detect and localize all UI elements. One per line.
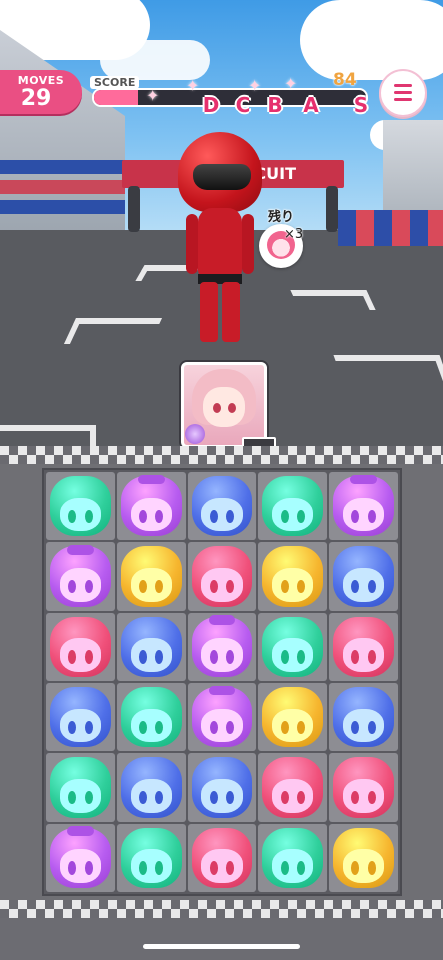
board-cell[interactable]	[329, 472, 398, 541]
yellow-character-piece[interactable]	[120, 546, 182, 607]
yellow-character-piece[interactable]	[262, 546, 324, 607]
board-cell[interactable]	[46, 753, 115, 822]
home-indicator[interactable]	[143, 944, 300, 949]
green-character-piece[interactable]	[120, 687, 182, 748]
blue-character-piece[interactable]	[333, 687, 394, 748]
purple-character-piece[interactable]	[50, 545, 111, 607]
rank-markers: D C B A S	[196, 93, 376, 119]
rank-b: B	[267, 93, 283, 117]
board-cell[interactable]	[258, 472, 328, 541]
score-value: 84	[333, 70, 357, 90]
purple-character-piece[interactable]	[120, 474, 182, 537]
green-character-piece[interactable]	[50, 476, 111, 537]
pink-character-piece[interactable]	[333, 757, 394, 818]
blue-character-piece[interactable]	[191, 757, 253, 818]
green-character-piece[interactable]	[50, 757, 111, 818]
blue-character-piece[interactable]	[191, 476, 253, 537]
board-cell[interactable]	[116, 823, 186, 892]
board-cell[interactable]	[187, 612, 257, 681]
board-cell[interactable]	[116, 612, 186, 681]
board-cell[interactable]	[258, 823, 328, 892]
score-gauge-fill	[94, 90, 138, 105]
blue-character-piece[interactable]	[50, 687, 111, 748]
rank-d: D	[202, 93, 220, 117]
hamburger-menu-icon	[394, 98, 412, 101]
remaining-count: ×3	[284, 227, 304, 242]
board-cell[interactable]	[258, 612, 328, 681]
board-cell[interactable]	[46, 542, 115, 611]
board-cell[interactable]	[116, 753, 186, 822]
yellow-character-piece[interactable]	[333, 827, 394, 888]
track-marking	[63, 318, 163, 344]
cloud	[100, 40, 210, 80]
hamburger-menu-icon	[394, 84, 412, 87]
track-barrier	[338, 210, 443, 246]
board-cell[interactable]	[187, 683, 257, 752]
player-portrait[interactable]	[181, 362, 276, 453]
remaining-label: 残り	[268, 210, 295, 225]
pink-character-piece[interactable]	[191, 827, 253, 888]
board-cell[interactable]	[46, 683, 115, 752]
sparkle-icon: ✦	[284, 74, 298, 93]
green-character-piece[interactable]	[120, 827, 182, 888]
purple-character-piece[interactable]	[50, 826, 111, 888]
rank-a: A	[303, 93, 319, 117]
board-cell[interactable]	[258, 753, 328, 822]
board-cell[interactable]	[258, 542, 328, 611]
board-cell[interactable]	[187, 472, 257, 541]
checkered-border-bottom	[0, 900, 443, 918]
purple-character-piece[interactable]	[191, 615, 253, 677]
board-cell[interactable]	[258, 683, 328, 752]
puzzle-board	[42, 468, 402, 896]
blue-character-piece[interactable]	[120, 616, 182, 677]
pink-character-piece[interactable]	[333, 616, 394, 677]
skill-gem-icon	[185, 424, 205, 444]
board-cell[interactable]	[46, 612, 115, 681]
pink-character-piece[interactable]	[262, 757, 324, 818]
board-cell[interactable]	[187, 823, 257, 892]
blue-character-piece[interactable]	[120, 757, 182, 818]
rank-s: S	[353, 93, 369, 117]
green-character-piece[interactable]	[262, 476, 324, 537]
board-cell[interactable]	[329, 612, 398, 681]
rank-c: C	[235, 93, 251, 117]
moves-counter: MOVES 29	[0, 70, 82, 114]
board-cell[interactable]	[329, 823, 398, 892]
sparkle-icon: ✦	[146, 86, 160, 105]
purple-character-piece[interactable]	[191, 685, 253, 748]
moves-value: 29	[20, 86, 52, 111]
green-character-piece[interactable]	[262, 827, 324, 888]
board-cell[interactable]	[329, 683, 398, 752]
board-cell[interactable]	[187, 753, 257, 822]
board-cell[interactable]	[116, 472, 186, 541]
board-cell[interactable]	[116, 542, 186, 611]
track-marking	[333, 355, 443, 391]
racer-helmet	[178, 132, 262, 212]
board-cell[interactable]	[187, 542, 257, 611]
purple-character-piece[interactable]	[333, 474, 394, 537]
board-cell[interactable]	[46, 472, 115, 541]
menu-button[interactable]	[379, 69, 427, 117]
checkered-border-top	[0, 446, 443, 464]
board-cell[interactable]	[46, 823, 115, 892]
cloud	[300, 0, 443, 80]
pink-character-piece[interactable]	[50, 616, 111, 677]
yellow-character-piece[interactable]	[262, 687, 324, 748]
board-cell[interactable]	[329, 542, 398, 611]
board-cell[interactable]	[116, 683, 186, 752]
track-marking	[290, 290, 376, 310]
pink-character-piece[interactable]	[191, 546, 253, 607]
board-cell[interactable]	[329, 753, 398, 822]
green-character-piece[interactable]	[262, 616, 324, 677]
blue-character-piece[interactable]	[333, 546, 394, 607]
hamburger-menu-icon	[394, 91, 412, 94]
